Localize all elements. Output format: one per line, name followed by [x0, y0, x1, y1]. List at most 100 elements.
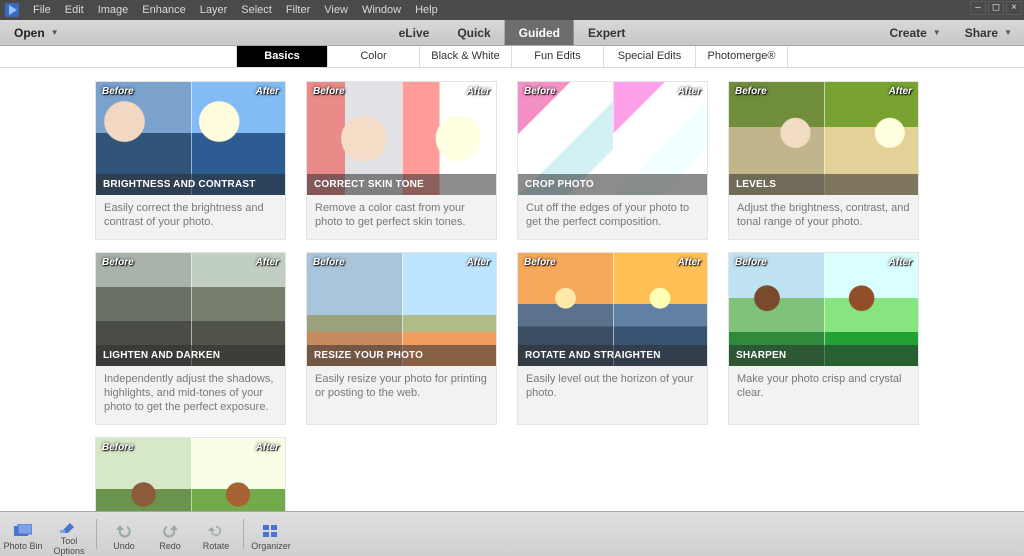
card-thumb: Before After CORRECT SKIN TONE: [307, 82, 496, 195]
menu-view[interactable]: View: [317, 0, 355, 20]
app-logo-icon: [4, 2, 20, 18]
share-label: Share: [965, 26, 998, 40]
card-thumb: Before After CROP PHOTO: [518, 82, 707, 195]
chevron-down-icon: ▼: [933, 28, 941, 37]
rotate-icon: [193, 521, 239, 541]
tab-photomerge[interactable]: Photomerge®: [696, 46, 788, 67]
after-label: After: [678, 86, 701, 97]
guided-grid: Before After BRIGHTNESS AND CONTRAST Eas…: [0, 68, 1024, 511]
menu-help[interactable]: Help: [408, 0, 445, 20]
card-levels[interactable]: Before After LEVELS Adjust the brightnes…: [729, 82, 918, 239]
card-resize-photo[interactable]: Before After RESIZE YOUR PHOTO Easily re…: [307, 253, 496, 424]
modebar-right: Create ▼ Share ▼: [877, 20, 1024, 45]
card-title: CORRECT SKIN TONE: [307, 174, 496, 195]
tool-label: Undo: [101, 541, 147, 551]
mode-quick[interactable]: Quick: [443, 20, 504, 45]
card-desc: Remove a color cast from your photo to g…: [307, 195, 496, 239]
card-title: LIGHTEN AND DARKEN: [96, 345, 285, 366]
card-title: SHARPEN: [729, 345, 918, 366]
tool-label: Organizer: [248, 541, 294, 551]
card-thumb: Before After LIGHTEN AND DARKEN: [96, 253, 285, 366]
card-correct-skin-tone[interactable]: Before After CORRECT SKIN TONE Remove a …: [307, 82, 496, 239]
tool-redo[interactable]: Redo: [147, 518, 193, 551]
after-label: After: [678, 257, 701, 268]
photo-bin-icon: [0, 521, 46, 541]
card-sharpen[interactable]: Before After SHARPEN Make your photo cri…: [729, 253, 918, 424]
menu-window[interactable]: Window: [355, 0, 408, 20]
menu-filter[interactable]: Filter: [279, 0, 317, 20]
card-thumb: Before After BRIGHTNESS AND CONTRAST: [96, 82, 285, 195]
mode-elive[interactable]: eLive: [385, 20, 444, 45]
create-label: Create: [889, 26, 926, 40]
tool-photo-bin[interactable]: Photo Bin: [0, 518, 46, 551]
mode-bar: Open ▼ eLive Quick Guided Expert Create …: [0, 20, 1024, 46]
tool-options-icon: [46, 516, 92, 536]
tool-options[interactable]: Tool Options: [46, 513, 92, 556]
tool-undo[interactable]: Undo: [101, 518, 147, 551]
after-label: After: [256, 86, 279, 97]
open-label: Open: [14, 26, 45, 40]
tool-label: Tool Options: [46, 536, 92, 556]
before-label: Before: [524, 257, 556, 268]
tool-label: Rotate: [193, 541, 239, 551]
tool-organizer[interactable]: Organizer: [248, 518, 294, 551]
after-label: After: [467, 86, 490, 97]
tab-color[interactable]: Color: [328, 46, 420, 67]
card-rotate-straighten[interactable]: Before After ROTATE AND STRAIGHTEN Easil…: [518, 253, 707, 424]
chevron-down-icon: ▼: [1004, 28, 1012, 37]
tab-basics[interactable]: Basics: [236, 46, 328, 67]
chevron-down-icon: ▼: [51, 28, 59, 37]
card-lighten-darken[interactable]: Before After LIGHTEN AND DARKEN Independ…: [96, 253, 285, 424]
card-title: RESIZE YOUR PHOTO: [307, 345, 496, 366]
card-brightness-contrast[interactable]: Before After BRIGHTNESS AND CONTRAST Eas…: [96, 82, 285, 239]
before-label: Before: [313, 257, 345, 268]
card-title: LEVELS: [729, 174, 918, 195]
guided-subtabs: Basics Color Black & White Fun Edits Spe…: [0, 46, 1024, 68]
card-thumb: Before After RESIZE YOUR PHOTO: [307, 253, 496, 366]
share-button[interactable]: Share ▼: [953, 20, 1024, 45]
mode-tabs: eLive Quick Guided Expert: [385, 20, 640, 45]
tool-rotate[interactable]: Rotate: [193, 518, 239, 551]
tab-bw[interactable]: Black & White: [420, 46, 512, 67]
card-thumb: Before After ROTATE AND STRAIGHTEN: [518, 253, 707, 366]
window-minimize-button[interactable]: –: [970, 1, 986, 15]
menu-file[interactable]: File: [26, 0, 58, 20]
card-desc: Make your photo crisp and crystal clear.: [729, 366, 918, 410]
before-label: Before: [735, 257, 767, 268]
card-title: CROP PHOTO: [518, 174, 707, 195]
window-controls: – ◻ ×: [970, 1, 1022, 15]
card-title: ROTATE AND STRAIGHTEN: [518, 345, 707, 366]
card-desc: Adjust the brightness, contrast, and ton…: [729, 195, 918, 239]
before-label: Before: [524, 86, 556, 97]
menu-enhance[interactable]: Enhance: [135, 0, 192, 20]
tab-fun-edits[interactable]: Fun Edits: [512, 46, 604, 67]
window-maximize-button[interactable]: ◻: [988, 1, 1004, 15]
menu-edit[interactable]: Edit: [58, 0, 91, 20]
tool-label: Redo: [147, 541, 193, 551]
guided-content[interactable]: Before After BRIGHTNESS AND CONTRAST Eas…: [0, 68, 1024, 511]
create-button[interactable]: Create ▼: [877, 20, 952, 45]
after-label: After: [256, 257, 279, 268]
mode-guided[interactable]: Guided: [505, 20, 574, 45]
open-button[interactable]: Open ▼: [0, 20, 77, 45]
before-label: Before: [102, 442, 134, 453]
window-close-button[interactable]: ×: [1006, 1, 1022, 15]
app-menubar: File Edit Image Enhance Layer Select Fil…: [0, 0, 1024, 20]
separator: [243, 519, 244, 549]
mode-expert[interactable]: Expert: [574, 20, 639, 45]
card-desc: Easily level out the horizon of your pho…: [518, 366, 707, 410]
card-title: BRIGHTNESS AND CONTRAST: [96, 174, 285, 195]
card-vignette[interactable]: Before After VIGNETTE EFFECT Add a vigne…: [96, 438, 285, 511]
menu-layer[interactable]: Layer: [193, 0, 235, 20]
card-crop-photo[interactable]: Before After CROP PHOTO Cut off the edge…: [518, 82, 707, 239]
menu-image[interactable]: Image: [91, 0, 136, 20]
tab-special-edits[interactable]: Special Edits: [604, 46, 696, 67]
separator: [96, 519, 97, 549]
before-label: Before: [735, 86, 767, 97]
redo-icon: [147, 521, 193, 541]
card-thumb: Before After LEVELS: [729, 82, 918, 195]
before-label: Before: [102, 257, 134, 268]
before-label: Before: [102, 86, 134, 97]
bottom-toolbar: Photo Bin Tool Options Undo Redo Rotate …: [0, 511, 1024, 556]
menu-select[interactable]: Select: [234, 0, 279, 20]
